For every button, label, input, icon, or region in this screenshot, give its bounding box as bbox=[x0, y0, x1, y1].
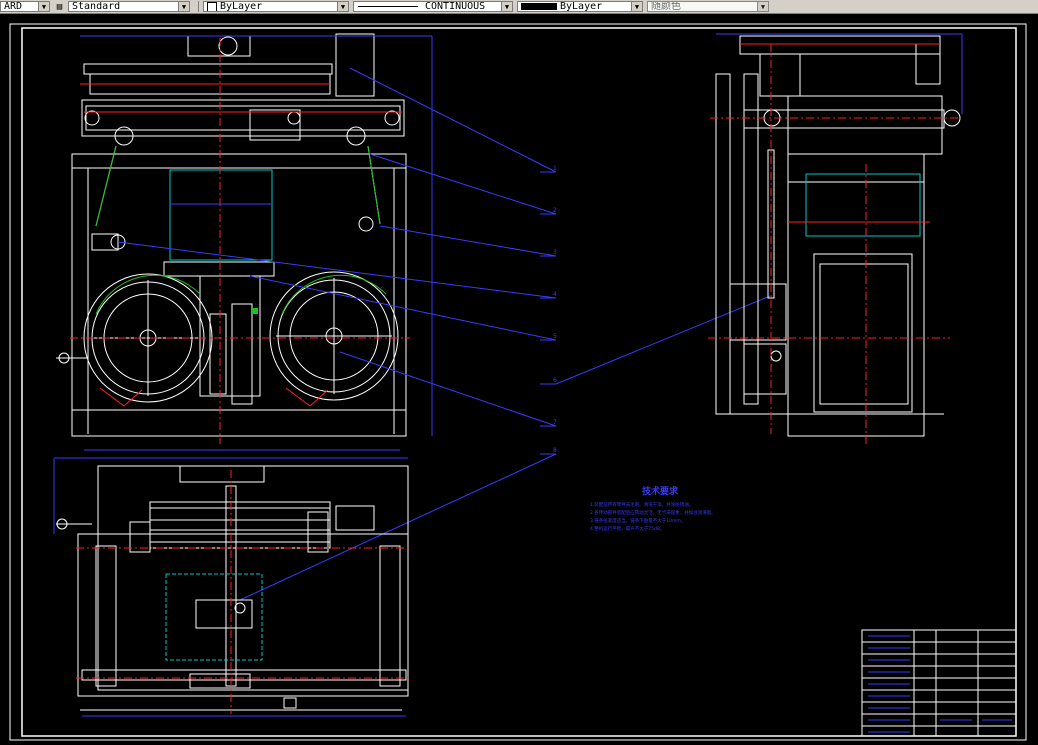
callout-7: 7 bbox=[553, 419, 557, 426]
callout-6: 6 bbox=[553, 377, 557, 384]
front-view-dimensions bbox=[80, 35, 433, 451]
chevron-down-icon[interactable]: ▼ bbox=[757, 2, 768, 11]
style-combo-value: ARD bbox=[4, 1, 23, 12]
callout-4: 4 bbox=[553, 291, 557, 298]
lineweight-combo[interactable]: ByLayer ▼ bbox=[517, 1, 643, 12]
callout-8: 8 bbox=[553, 447, 557, 454]
callout-labels: 1 2 3 4 5 6 7 8 bbox=[553, 165, 557, 454]
tech-req-line-3: 3.链条张紧度适当，链条下垂量不大于10mm。 bbox=[590, 517, 685, 524]
chevron-down-icon[interactable]: ▼ bbox=[501, 2, 512, 11]
plot-style-combo[interactable]: 随颜色 ▼ bbox=[647, 1, 769, 12]
lineweight-sample-icon bbox=[521, 3, 557, 10]
tech-req-line-1: 1.装配前所有零件去毛刺、清洗干净，并涂防锈油。 bbox=[590, 501, 693, 508]
text-style-icon[interactable]: ▤ bbox=[54, 1, 65, 12]
drawing-canvas[interactable]: 1 2 3 4 5 6 7 8 技术要求 1.装配前所有零件去毛刺、清洗干净，并… bbox=[0, 14, 1038, 745]
front-view-accents bbox=[70, 38, 410, 444]
side-view-accents bbox=[708, 43, 960, 444]
plot-style-value: 随颜色 bbox=[651, 1, 681, 12]
tech-req-line-2: 2.各传动部件装配后应转动灵活，无卡滞现象，并加注润滑脂。 bbox=[590, 509, 716, 516]
tech-req-title: 技术要求 bbox=[642, 485, 679, 497]
tech-requirements: 技术要求 1.装配前所有零件去毛刺、清洗干净，并涂防锈油。 2.各传动部件装配后… bbox=[590, 485, 716, 532]
properties-toolbar: ARD ▼ ▤ Standard ▼ ByLayer ▼ CONTINUOUS … bbox=[0, 0, 1038, 14]
sheet-outer-border bbox=[9, 23, 1027, 741]
side-view bbox=[715, 35, 961, 437]
callout-5: 5 bbox=[553, 333, 557, 340]
color-combo[interactable]: ByLayer ▼ bbox=[203, 1, 349, 12]
color-value: ByLayer bbox=[220, 1, 263, 12]
title-block-fill bbox=[868, 635, 1012, 733]
linetype-sample-icon bbox=[358, 6, 418, 7]
callout-2: 2 bbox=[553, 207, 557, 214]
tech-req-line-4: 4.整机运行平稳，噪声不大于75dB。 bbox=[590, 525, 664, 532]
color-swatch-icon bbox=[207, 2, 217, 11]
top-view bbox=[56, 465, 409, 711]
linetype-combo[interactable]: CONTINUOUS ▼ bbox=[353, 1, 513, 12]
front-view bbox=[56, 33, 407, 437]
chevron-down-icon[interactable]: ▼ bbox=[38, 2, 49, 11]
linetype-value: CONTINUOUS bbox=[425, 1, 486, 12]
lineweight-value: ByLayer bbox=[560, 1, 603, 12]
chevron-down-icon[interactable]: ▼ bbox=[178, 2, 189, 11]
top-view-accents bbox=[76, 470, 410, 714]
style-combo[interactable]: ARD ▼ bbox=[0, 1, 50, 12]
callout-1: 1 bbox=[553, 165, 557, 172]
text-style-combo[interactable]: Standard ▼ bbox=[68, 1, 190, 12]
callout-3: 3 bbox=[553, 249, 557, 256]
text-style-value: Standard bbox=[72, 1, 121, 12]
chevron-down-icon[interactable]: ▼ bbox=[337, 2, 348, 11]
chevron-down-icon[interactable]: ▼ bbox=[631, 2, 642, 11]
toolbar-separator bbox=[198, 1, 199, 12]
cad-drawing[interactable]: 1 2 3 4 5 6 7 8 技术要求 1.装配前所有零件去毛刺、清洗干净，并… bbox=[0, 14, 1038, 745]
